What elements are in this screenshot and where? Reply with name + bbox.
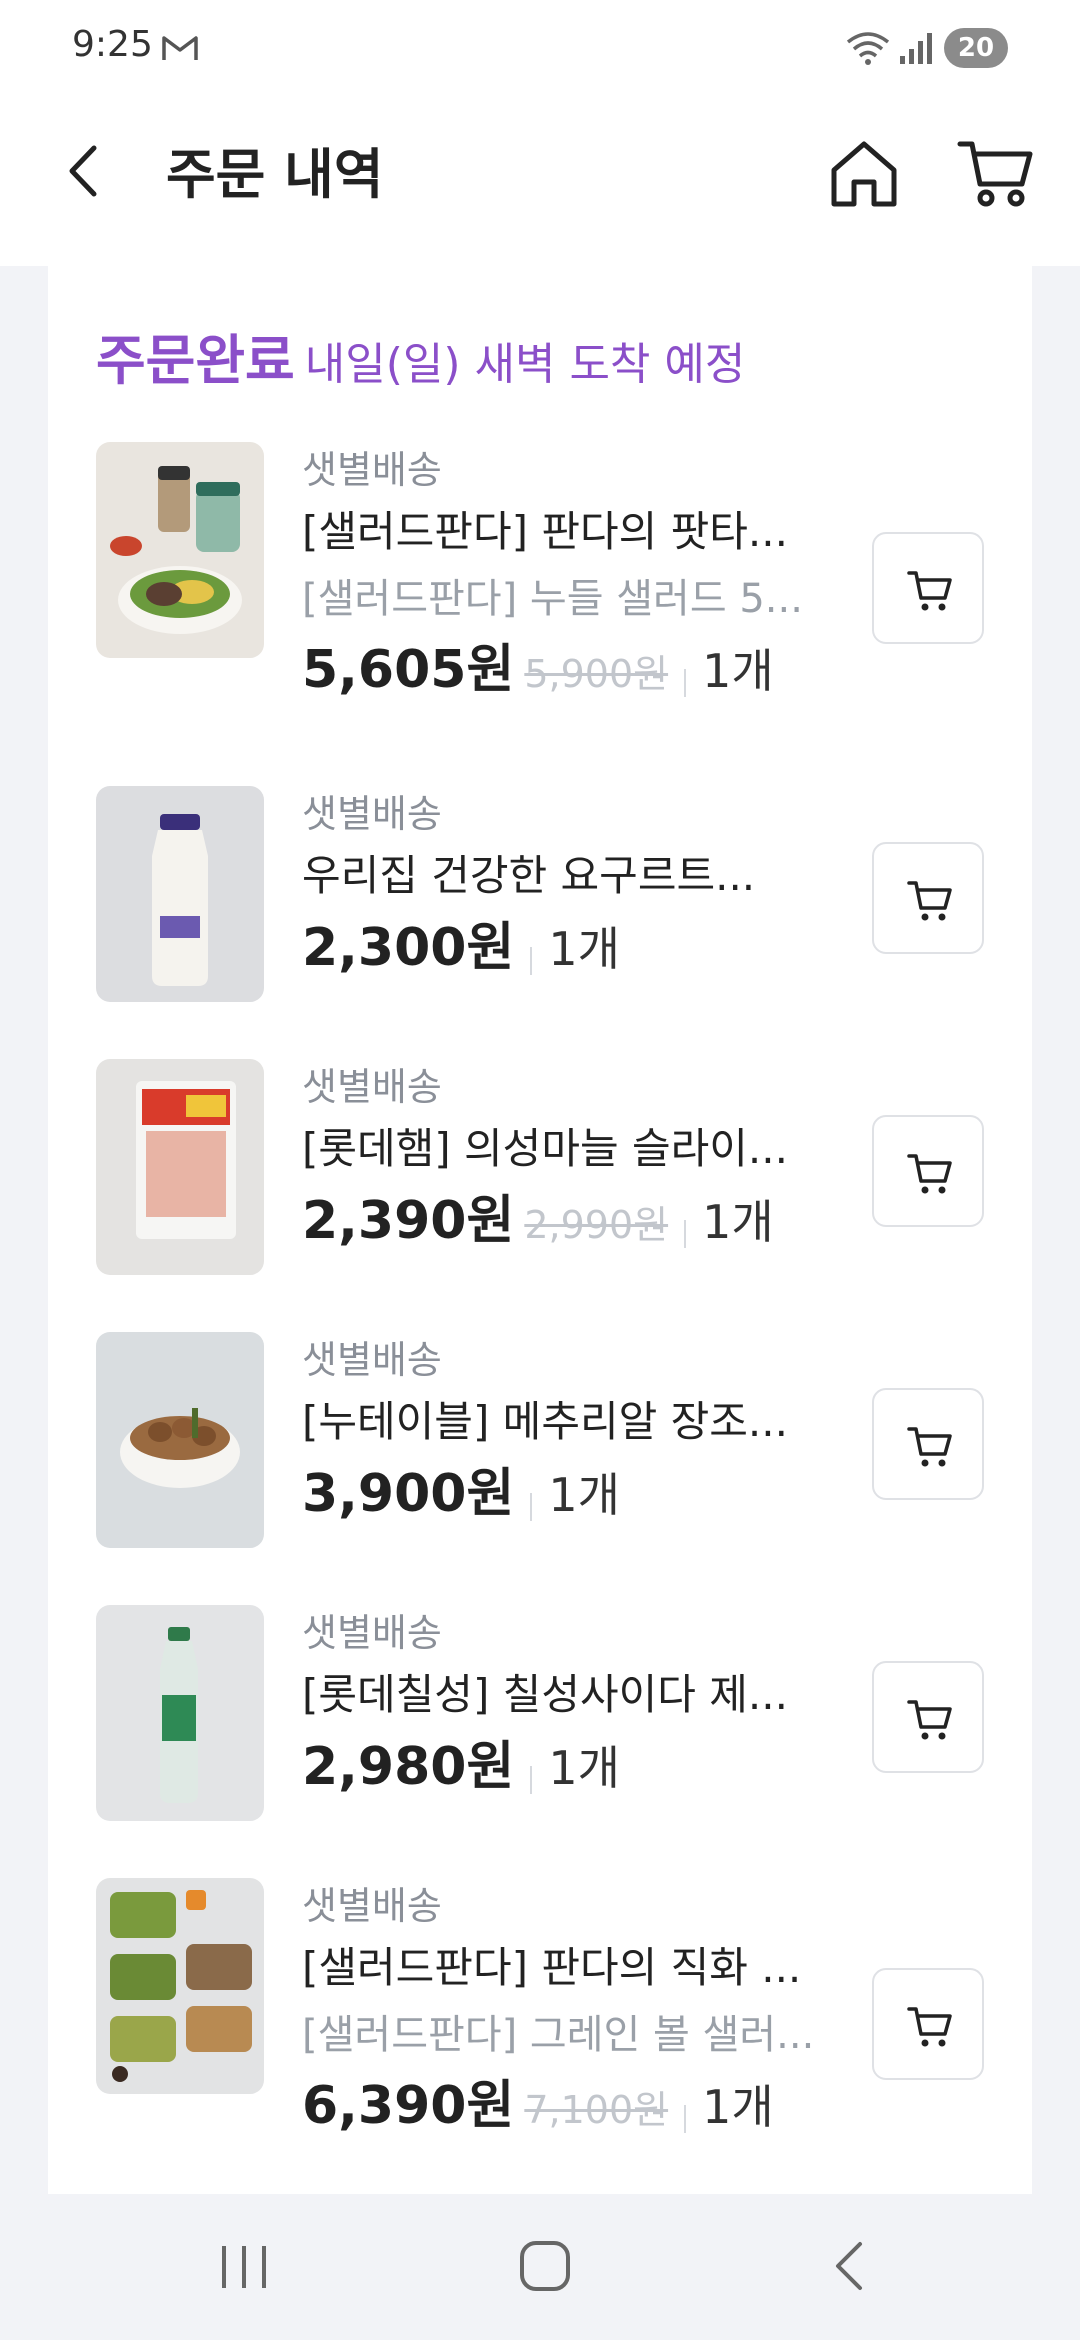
divider [530,1765,533,1794]
order-status: 주문완료 내일(일) 새벽 도착 예정 [96,316,745,395]
order-item[interactable]: 샛별배송 [롯데칠성] 칠성사이다 제... 2,980원 1개 [48,1605,1032,1825]
product-name[interactable]: 우리집 건강한 요구르트... [302,842,862,910]
gmail-icon [162,36,198,60]
delivery-type: 샛별배송 [302,1884,442,1928]
original-price: 7,100원 [524,2088,669,2132]
quantity: 1개 [702,2080,774,2134]
product-option: [샐러드판다] 그레인 볼 샐러... [302,2012,815,2058]
product-image [96,1605,264,1821]
original-price: 5,900원 [524,652,669,696]
page-title: 주문 내역 [166,143,384,206]
back-nav-icon[interactable] [826,2238,870,2294]
product-name[interactable]: [롯데칠성] 칠성사이다 제... [302,1661,862,1729]
cart-icon [907,2007,952,2047]
cart-icon [907,1700,952,1740]
back-arrow-icon[interactable] [50,136,120,206]
product-image [96,1332,264,1548]
add-to-cart-button[interactable] [872,842,984,954]
product-name[interactable]: [누테이블] 메추리알 장조... [302,1388,862,1456]
product-price: 2,980원 [302,1737,515,1797]
add-to-cart-button[interactable] [872,1661,984,1773]
price-row: 3,900원 1개 [302,1456,882,1532]
signal-icon [900,33,932,64]
product-option: [샐러드판다] 누들 샐러드 5... [302,576,803,622]
divider [684,2104,687,2133]
price-row: 6,390원 7,100원 1개 [302,2068,882,2144]
battery-indicator: 20 [944,28,1008,68]
price-row: 2,980원 1개 [302,1729,882,1805]
recent-apps-icon[interactable] [214,2242,274,2292]
order-item[interactable]: 샛별배송 [샐러드판다] 판다의 직화 ... [샐러드판다] 그레인 볼 샐러… [48,1878,1032,2168]
home-icon[interactable] [826,136,902,212]
add-to-cart-button[interactable] [872,1115,984,1227]
order-detail-card: 주문완료 내일(일) 새벽 도착 예정 샛별배송 [샐러드판다] 판다의 팟타..… [48,266,1032,2194]
divider [530,1492,533,1521]
product-price: 2,300원 [302,918,515,978]
price-row: 2,300원 1개 [302,910,882,986]
wifi-icon [846,32,890,65]
quantity: 1개 [702,1195,774,1249]
add-to-cart-button[interactable] [872,1968,984,2080]
product-image [96,786,264,1002]
product-image [96,442,264,658]
product-price: 5,605원 [302,640,515,700]
price-row: 5,605원 5,900원 1개 [302,632,882,708]
system-nav-bar [0,2194,1080,2340]
app-header: 주문 내역 [0,96,1080,266]
quantity: 1개 [548,1741,620,1795]
cart-icon [907,1427,952,1467]
product-name[interactable]: [샐러드판다] 판다의 직화 ... [302,1934,862,2002]
product-price: 6,390원 [302,2076,515,2136]
add-to-cart-button[interactable] [872,532,984,644]
order-item[interactable]: 샛별배송 우리집 건강한 요구르트... 2,300원 1개 [48,786,1032,1006]
quantity: 1개 [548,1468,620,1522]
divider [684,668,687,697]
cart-icon [907,1154,952,1194]
status-bar: 9:25 20 [0,0,1080,96]
add-to-cart-button[interactable] [872,1388,984,1500]
order-item[interactable]: 샛별배송 [샐러드판다] 판다의 팟타... [샐러드판다] 누들 샐러드 5.… [48,442,1032,732]
product-name[interactable]: [샐러드판다] 판다의 팟타... [302,498,862,566]
delivery-type: 샛별배송 [302,1338,442,1382]
quantity: 1개 [702,644,774,698]
cart-icon [907,571,952,611]
cart-icon [907,881,952,921]
divider [530,946,533,975]
delivery-type: 샛별배송 [302,792,442,836]
order-item[interactable]: 샛별배송 [누테이블] 메추리알 장조... 3,900원 1개 [48,1332,1032,1552]
order-eta: 내일(일) 새벽 도착 예정 [304,339,746,390]
divider [684,1219,687,1248]
price-row: 2,390원 2,990원 1개 [302,1183,882,1259]
delivery-type: 샛별배송 [302,1611,442,1655]
product-name[interactable]: [롯데햄] 의성마늘 슬라이... [302,1115,862,1183]
cart-icon[interactable] [956,136,1036,212]
delivery-type: 샛별배송 [302,1065,442,1109]
order-status-label: 주문완료 [96,329,295,392]
home-nav-icon[interactable] [518,2238,572,2294]
product-image [96,1878,264,2094]
status-time: 9:25 [72,24,153,65]
quantity: 1개 [548,922,620,976]
delivery-type: 샛별배송 [302,448,442,492]
original-price: 2,990원 [524,1203,669,1247]
product-price: 3,900원 [302,1464,515,1524]
product-price: 2,390원 [302,1191,515,1251]
order-item[interactable]: 샛별배송 [롯데햄] 의성마늘 슬라이... 2,390원 2,990원 1개 [48,1059,1032,1279]
product-image [96,1059,264,1275]
